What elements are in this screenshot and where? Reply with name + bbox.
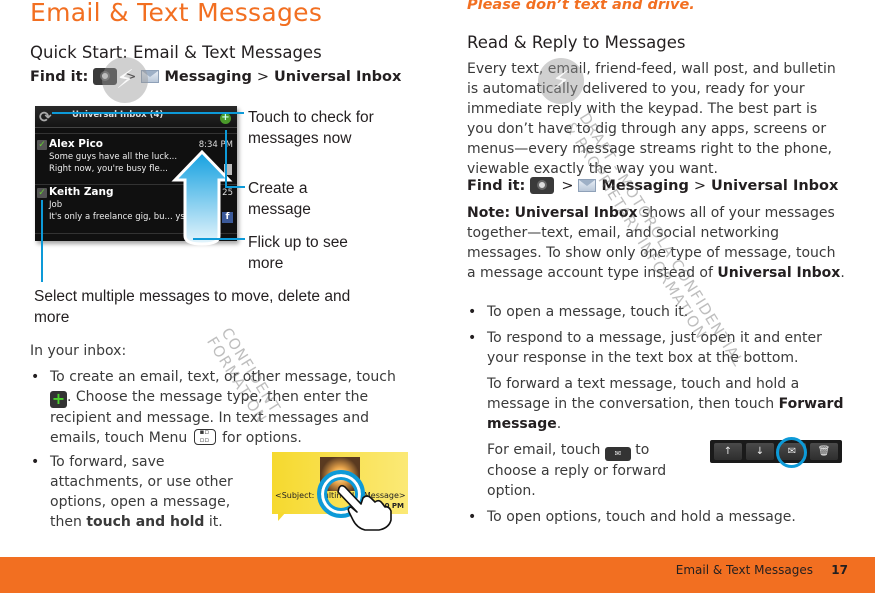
find-it-label: Find it: — [467, 177, 526, 194]
read-reply-bullets: To open a message, touch it. To respond … — [467, 302, 847, 527]
path-universal-inbox: Universal Inbox — [711, 177, 839, 194]
callout-line — [193, 238, 245, 240]
bullet-text: for options. — [222, 430, 302, 446]
path-messaging: Messaging — [164, 68, 252, 85]
bullet-text: . — [556, 416, 562, 432]
apps-launcher-icon — [530, 177, 555, 194]
refresh-icon[interactable]: ⟳ — [39, 108, 52, 126]
safety-warning: Please don’t text and drive. — [467, 0, 695, 13]
touch-hand-icon — [337, 484, 392, 531]
note-paragraph: Note: Universal Inbox shows all of your … — [467, 203, 847, 283]
bullet-text: To open options, touch and hold a messag… — [487, 509, 796, 525]
plus-button-icon: + — [50, 389, 67, 408]
quick-start-heading: Quick Start: Email & Text Messages — [30, 43, 322, 62]
highlight-ring-icon — [776, 437, 807, 468]
find-it-path-left: Find it: > Messaging > Universal Inbox — [30, 68, 401, 85]
reply-forward-icon: ✉ — [604, 447, 631, 461]
page-footer: Email & Text Messages 17 — [0, 557, 875, 593]
envelope-icon — [578, 179, 597, 192]
callout-line — [41, 200, 43, 282]
page-title: Email & Text Messages — [30, 0, 323, 27]
path-universal-inbox: Universal Inbox — [274, 68, 402, 85]
bullet-text: To respond to a message, just open it an… — [487, 330, 822, 366]
callout-create-message: Create a message — [248, 180, 311, 218]
callout-select-multiple: Select multiple messages to move, delete… — [34, 288, 351, 326]
path-messaging: Messaging — [601, 177, 689, 194]
read-reply-heading: Read & Reply to Messages — [467, 33, 686, 52]
sender-name: Keith Zang — [49, 186, 114, 198]
bullet-text: To create an email, text, or other messa… — [50, 369, 396, 385]
path-separator: > — [693, 177, 707, 194]
bullet-text: To forward a text message, touch and hol… — [487, 376, 800, 412]
callout-line — [225, 130, 227, 186]
sender-name: Alex Pico — [49, 138, 104, 150]
path-separator: > — [561, 177, 574, 194]
bullet-text: For email, touch — [487, 442, 601, 458]
note-end: . — [840, 265, 845, 281]
callout-flick-up: Flick up to see more — [248, 234, 348, 272]
note-bold-2: Universal Inbox — [717, 265, 841, 281]
message-subject: Job — [49, 200, 63, 210]
message-time: 8:34 PM — [198, 140, 233, 150]
footer-section-title: Email & Text Messages — [675, 563, 813, 577]
inbox-header: ⟳ Universal Inbox (4) + — [35, 106, 237, 128]
watermark-logo-icon: ⚡ — [538, 58, 584, 104]
bullet-text: To open a message, touch it. — [487, 304, 689, 320]
bullet-bold: touch and hold — [86, 514, 205, 530]
page-number: 17 — [831, 563, 848, 577]
compose-plus-icon[interactable]: + — [220, 113, 231, 124]
callout-line — [52, 112, 244, 114]
previous-message-button[interactable]: ↑ — [714, 443, 742, 460]
note-bold: Universal Inbox — [514, 205, 638, 221]
forward-text-paragraph: To forward a text message, touch and hol… — [487, 374, 847, 434]
next-message-button[interactable]: ↓ — [746, 443, 774, 460]
list-item: To forward, save attachments, or use oth… — [30, 452, 255, 532]
list-item: To create an email, text, or other messa… — [30, 367, 400, 448]
bubble-tail — [278, 512, 286, 521]
list-item: To open options, touch and hold a messag… — [467, 507, 847, 527]
find-it-label: Find it: — [30, 68, 89, 85]
list-item: To respond to a message, just open it an… — [467, 328, 847, 501]
menu-key-icon — [193, 428, 216, 445]
select-checkbox[interactable]: ✓ — [37, 188, 47, 198]
callout-line — [225, 186, 245, 188]
forward-email-paragraph: For email, touch ✉ to choose a reply or … — [487, 440, 687, 501]
find-it-path-right: Find it: > Messaging > Universal Inbox — [467, 177, 838, 194]
delete-button[interactable]: 🗑 — [810, 443, 838, 460]
select-checkbox[interactable]: ✓ — [37, 140, 47, 150]
list-item: To open a message, touch it. — [467, 302, 847, 322]
message-preview: Right now, you're busy fle... — [49, 164, 168, 174]
read-reply-intro: Every text, email, friend-feed, wall pos… — [467, 61, 836, 177]
flick-up-arrow-icon — [171, 150, 233, 246]
watermark-logo-icon: ⚡ — [102, 57, 148, 103]
message-subject: Some guys have all the luck... — [49, 152, 178, 162]
path-separator: > — [256, 68, 270, 85]
bullet-text: it. — [208, 514, 223, 530]
inbox-intro: In your inbox: — [30, 343, 127, 359]
callout-check-messages: Touch to check for messages now — [248, 109, 374, 147]
note-label: Note: — [467, 205, 511, 221]
